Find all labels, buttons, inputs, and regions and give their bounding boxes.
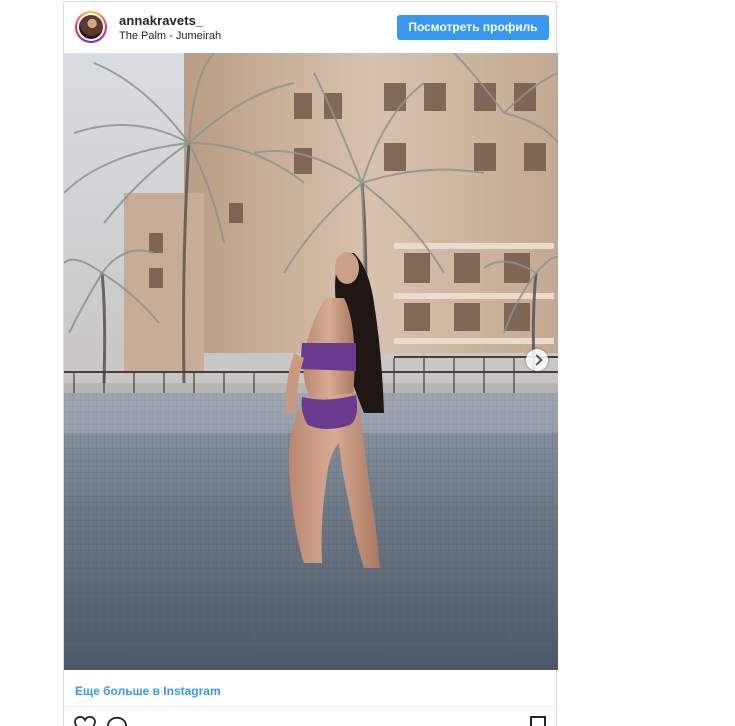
username[interactable]: annakravets_ <box>119 13 203 28</box>
post-header: annakravets_ The Palm - Jumeirah Посмотр… <box>64 2 556 52</box>
page: annakravets_ The Palm - Jumeirah Посмотр… <box>0 0 735 726</box>
post-photo[interactable] <box>64 53 558 670</box>
photo-illustration <box>64 53 558 670</box>
avatar-image <box>79 15 103 39</box>
comment-icon[interactable] <box>106 716 128 726</box>
heart-icon[interactable] <box>74 715 96 726</box>
location[interactable]: The Palm - Jumeirah <box>119 30 221 42</box>
divider <box>64 706 556 707</box>
instagram-embed-card: annakravets_ The Palm - Jumeirah Посмотр… <box>63 1 558 726</box>
avatar-frame <box>77 13 105 41</box>
avatar[interactable] <box>75 11 107 43</box>
bookmark-icon[interactable] <box>530 716 546 726</box>
view-profile-button[interactable]: Посмотреть профиль <box>397 15 549 40</box>
next-photo-button[interactable] <box>526 349 548 371</box>
more-on-instagram-link[interactable]: Еще больше в Instagram <box>75 684 221 698</box>
